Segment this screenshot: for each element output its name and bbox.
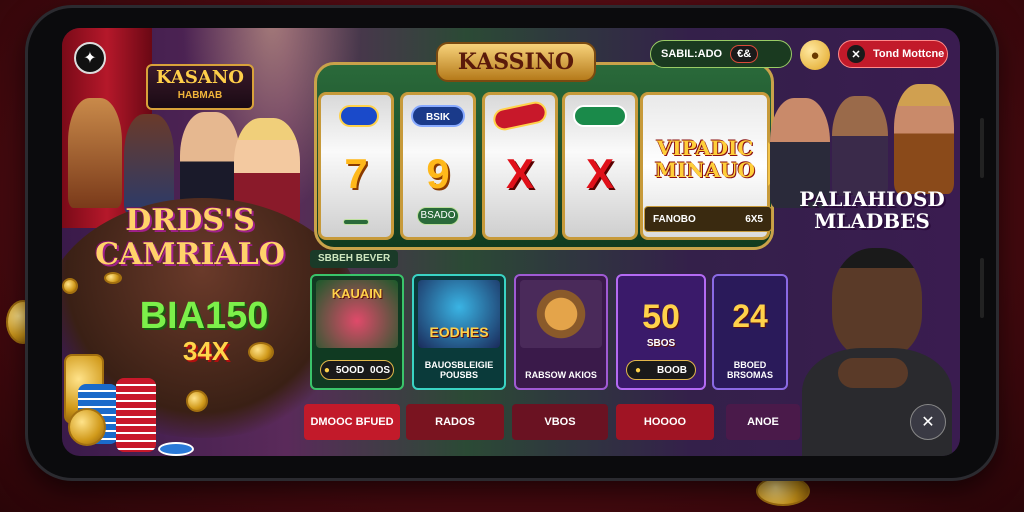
slot-reel: BSIK 9 BSADO [400,92,476,240]
game-pill[interactable]: ● BOOB [626,360,696,380]
pill-right: 0OS [370,364,391,376]
jackpot-title: VIPADIC MINAUO [654,136,756,182]
coin-icon [248,342,274,362]
jackpot-right: 6X5 [745,213,763,225]
side-button [980,118,984,178]
slot-reel: X [562,92,638,240]
app-screen: ✦ KASANO HABMAB DRDS'S CAMRIALO BIA150 3… [62,28,960,456]
jackpot-bar[interactable]: FANOBO 6X5 [644,206,772,232]
game-title: KAUAIN [331,286,383,301]
side-button [980,258,984,318]
game-card[interactable]: 24 BBOED BRSOMAS [712,274,788,390]
pill-left: BOOB [657,364,687,376]
game-pill[interactable]: ● 5OOD 0OS [320,360,394,380]
reel-symbol: 9 [426,150,450,197]
casino-brand-sign: KASANO HABMAB [146,64,254,110]
bottom-button[interactable]: HOOOO [616,404,714,440]
reel-badge: BSIK [411,105,465,127]
close-icon[interactable]: ✕ [910,404,946,440]
performer-figure [894,84,954,194]
chip-stack [116,378,156,452]
coin-icon [68,408,106,446]
game-card[interactable]: 50 SBOS ● BOOB [616,274,706,390]
floating-coin [756,476,810,506]
game-subtitle: RABSOW AKIOS [525,370,597,380]
game-title: EODHES [429,324,489,340]
vip-button[interactable]: ✕ Tond Mottcne [838,40,948,68]
pill-left: 5OOD [335,364,365,376]
performer-figure [124,114,174,214]
balance-label: SABIL:ADO [661,48,723,60]
reel-footer [343,219,369,225]
slot-reel: 7 [318,92,394,240]
performer-figure [832,96,888,196]
game-subtitle: BBOED BRSOMAS [726,360,773,380]
game-subtitle: BAUOSBLEIGIE POUSBS [424,360,494,380]
chip-icon [158,442,194,456]
game-tagline: SBOS [646,338,676,349]
bonus-amount: BIA150 [139,295,269,337]
balance-display[interactable]: SABIL:ADO €& [650,40,792,68]
bottom-button[interactable]: VBOS [512,404,608,440]
reel-symbol: 7 [344,150,368,197]
coin-icon: ● [634,364,642,376]
coin-icon [186,390,208,412]
promo-title: DRDS'S CAMRIALO [70,204,310,272]
reel-symbol: X [585,150,614,197]
game-card[interactable]: KAUAIN ● 5OOD 0OS [310,274,404,390]
bottom-button[interactable]: RADOS [406,404,504,440]
reel-badge-icon [491,99,549,133]
coin-icon [62,278,78,294]
bottom-button[interactable]: DMOOC BFUED [304,404,400,440]
balance-pill: €& [730,45,759,63]
game-card[interactable]: EODHES BAUOSBLEIGIE POUSBS [412,274,506,390]
coin-icon[interactable]: ● [800,40,830,70]
slot-brand-sign: KASSINO [436,42,596,82]
section-label: SBBEH BEVER [310,250,399,268]
reel-badge-icon [339,105,379,127]
coin-icon: ● [323,364,330,376]
performer-figure [68,98,122,208]
reel-badge-icon [573,105,627,127]
bonus-multiplier: 34X [182,336,230,366]
vip-label: Tond Mottcne [873,48,945,60]
game-title: 24 [732,298,768,334]
brand-subtitle: HABMAB [177,90,223,101]
reel-symbol: X [505,150,534,197]
reel-footer: BSADO [417,207,459,225]
user-icon: ✕ [847,45,865,63]
game-card[interactable]: RABSOW AKIOS [514,274,608,390]
app-logo-icon[interactable]: ✦ [74,42,106,74]
promo-title-line1: DRDS'S [125,203,255,238]
jackpot-left: FANOBO [653,213,696,225]
lion-icon [520,280,602,348]
tournament-title: PALIAHIOSD MLADBES [799,187,945,233]
promo-title-line2: CAMRIALO [95,237,285,272]
brand-title: KASANO [156,67,244,88]
bottom-button[interactable]: ANOE [726,404,800,440]
slot-reel: X [482,92,558,240]
coin-icon [104,272,122,284]
game-title: 50 [642,298,680,336]
